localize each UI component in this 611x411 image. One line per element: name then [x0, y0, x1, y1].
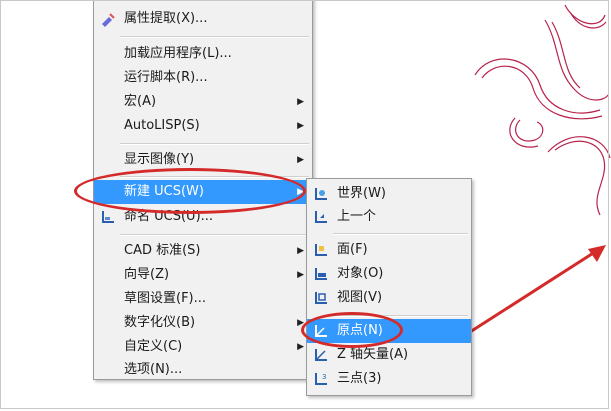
- menu-item-label: 数字化仪(B): [124, 315, 196, 330]
- menu-item-new-ucs[interactable]: 新建 UCS(W) ▶: [94, 180, 312, 204]
- submenu-arrow-icon: ▶: [297, 121, 304, 131]
- separator: [120, 234, 309, 236]
- menu-item-load-application[interactable]: 加载应用程序(L)...: [94, 42, 312, 66]
- menu-item-label: 三点(3): [337, 371, 382, 386]
- submenu-arrow-icon: ▶: [297, 318, 304, 328]
- submenu-item-object[interactable]: 对象(O): [307, 262, 471, 286]
- submenu-arrow-icon: ▶: [297, 155, 304, 165]
- menu-item-label: 自定义(C): [124, 339, 183, 354]
- menu-item-label: 宏(A): [124, 94, 157, 109]
- submenu-arrow-icon: ▶: [297, 246, 304, 256]
- annotation-arrow-line: [469, 248, 599, 334]
- menu-item-label: 对象(O): [337, 266, 384, 281]
- named-ucs-icon: [102, 211, 114, 223]
- menu-item-label: 世界(W): [337, 186, 386, 201]
- menu-item-autolisp[interactable]: AutoLISP(S) ▶: [94, 114, 312, 138]
- submenu-arrow-icon: ▶: [297, 342, 304, 352]
- menu-item-label: CAD 标准(S): [124, 243, 201, 258]
- menu-item-label: 显示图像(Y): [124, 152, 195, 167]
- drawing-curves: [474, 4, 611, 216]
- menu-item-macro[interactable]: 宏(A) ▶: [94, 90, 312, 114]
- menu-item-label: 草图设置(F)...: [124, 291, 207, 306]
- ucs-z-axis-icon: [315, 349, 327, 361]
- menu-item-cad-standards[interactable]: CAD 标准(S) ▶: [94, 239, 312, 263]
- menu-item-label: 加载应用程序(L)...: [124, 46, 232, 61]
- submenu-arrow-icon: ▶: [297, 187, 304, 197]
- menu-item-run-script[interactable]: 运行脚本(R)...: [94, 66, 312, 90]
- menu-item-drafting-settings[interactable]: 草图设置(F)...: [94, 287, 312, 311]
- attribute-extract-icon: [102, 13, 115, 27]
- menu-item-attribute-extract[interactable]: 属性提取(X)...: [94, 7, 312, 31]
- ucs-3point-icon: 3: [315, 373, 327, 385]
- ucs-face-icon: [315, 244, 327, 256]
- submenu-item-previous[interactable]: 上一个: [307, 205, 471, 229]
- menu-item-label: AutoLISP(S): [124, 118, 200, 133]
- svg-text:3: 3: [322, 373, 326, 381]
- menu-item-label: 新建 UCS(W): [124, 184, 204, 199]
- tools-menu: 属性提取(X)... 加载应用程序(L)... 运行脚本(R)... 宏(A) …: [93, 0, 313, 380]
- new-ucs-submenu: 世界(W) 上一个 面(F) 对象(O) 视图(V) 原点(N) Z 轴矢量(A…: [306, 178, 472, 396]
- separator: [120, 143, 309, 145]
- submenu-arrow-icon: ▶: [297, 270, 304, 280]
- submenu-item-origin[interactable]: 原点(N): [307, 319, 471, 343]
- ucs-object-icon: [315, 268, 327, 280]
- menu-item-customize[interactable]: 自定义(C) ▶: [94, 335, 312, 359]
- ucs-world-icon: [315, 188, 327, 200]
- menu-item-wizard[interactable]: 向导(Z) ▶: [94, 263, 312, 287]
- submenu-item-three-point[interactable]: 3 三点(3): [307, 367, 471, 391]
- menu-item-label: 向导(Z): [124, 267, 170, 282]
- menu-item-label: 原点(N): [337, 323, 383, 338]
- menu-item-tablet[interactable]: 数字化仪(B) ▶: [94, 311, 312, 335]
- ucs-origin-icon: [315, 325, 327, 337]
- submenu-item-view[interactable]: 视图(V): [307, 286, 471, 310]
- menu-item-label: 视图(V): [337, 290, 383, 305]
- menu-item-label: 上一个: [337, 209, 377, 224]
- menu-item-options[interactable]: 选项(N)...: [94, 358, 312, 382]
- menu-item-display-image[interactable]: 显示图像(Y) ▶: [94, 148, 312, 172]
- menu-item-label: Z 轴矢量(A): [337, 347, 409, 362]
- submenu-item-z-axis-vector[interactable]: Z 轴矢量(A): [307, 343, 471, 367]
- separator: [333, 315, 468, 317]
- menu-item-label: 运行脚本(R)...: [124, 70, 208, 85]
- menu-item-label: 面(F): [337, 242, 368, 257]
- submenu-item-world[interactable]: 世界(W): [307, 182, 471, 206]
- menu-item-label: 属性提取(X)...: [124, 11, 208, 26]
- separator: [120, 36, 309, 38]
- menu-item-label: 命名 UCS(U)...: [124, 209, 214, 224]
- menu-item-label: 选项(N)...: [124, 362, 183, 377]
- submenu-item-face[interactable]: 面(F): [307, 238, 471, 262]
- ucs-previous-icon: [315, 211, 327, 223]
- menu-item-named-ucs[interactable]: 命名 UCS(U)...: [94, 205, 312, 229]
- separator: [333, 233, 468, 235]
- separator: [120, 176, 309, 178]
- ucs-view-icon: [315, 292, 327, 304]
- submenu-arrow-icon: ▶: [297, 97, 304, 107]
